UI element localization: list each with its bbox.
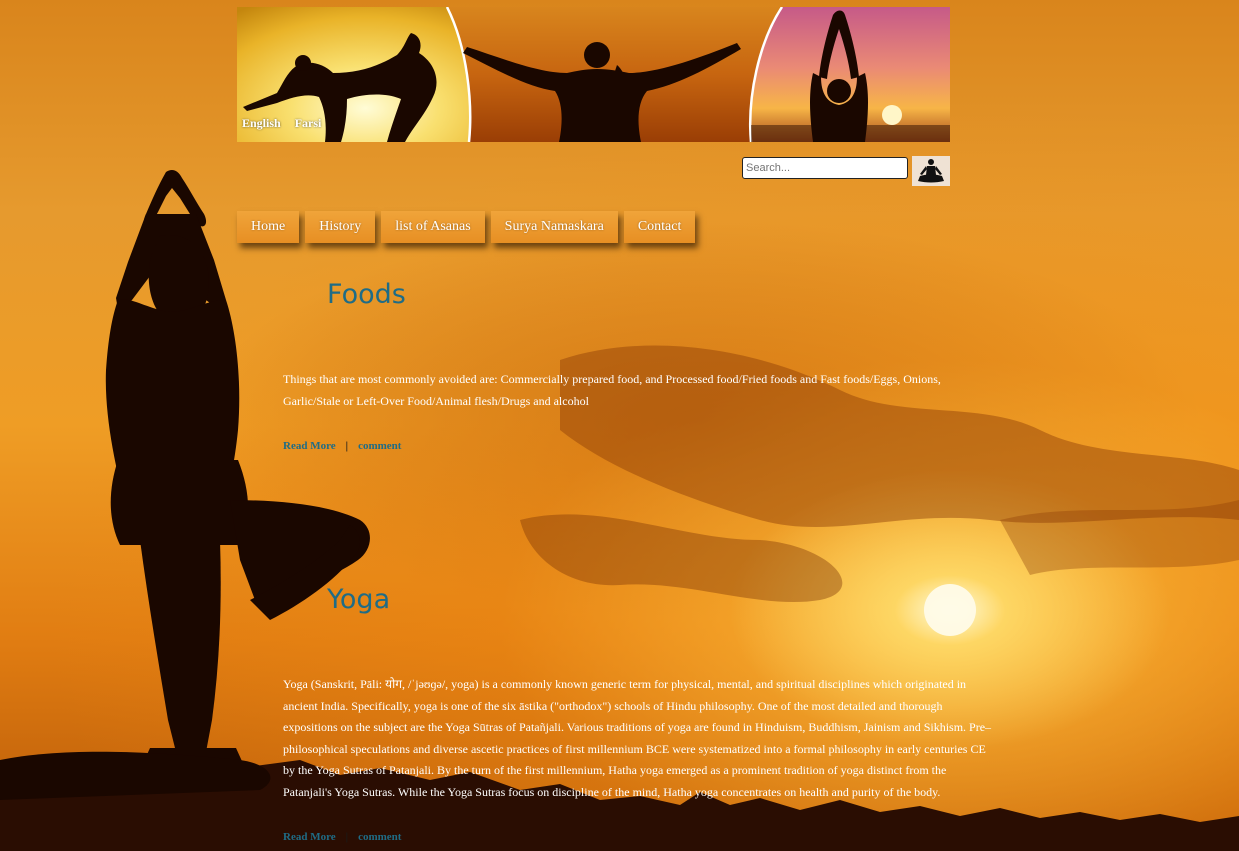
- nav-item-history[interactable]: History: [305, 211, 376, 243]
- read-more-link[interactable]: Read More: [283, 440, 336, 452]
- header-banner: [237, 7, 950, 142]
- link-separator: |: [345, 440, 349, 452]
- language-link-english[interactable]: English: [242, 116, 281, 131]
- comment-link[interactable]: comment: [358, 440, 401, 452]
- post-links-yoga: Read More | comment: [283, 831, 401, 843]
- search-button[interactable]: [912, 156, 950, 186]
- meditating-figure-icon: [912, 156, 950, 186]
- banner-image: [237, 7, 950, 142]
- page: English Farsi Home History list of Asana…: [0, 0, 1239, 851]
- link-separator: |: [345, 831, 349, 843]
- search-input[interactable]: [742, 157, 908, 179]
- language-link-farsi[interactable]: Farsi: [295, 116, 322, 131]
- main-navigation: Home History list of Asanas Surya Namask…: [237, 211, 696, 243]
- nav-item-surya-namaskara[interactable]: Surya Namaskara: [490, 211, 618, 243]
- post-body-foods: Things that are most commonly avoided ar…: [283, 372, 941, 408]
- post-links-foods: Read More | comment: [283, 440, 401, 452]
- post-body-yoga: Yoga (Sanskrit, Pāli: योग, /ˈjəʊɡə/, yog…: [283, 677, 992, 799]
- search-form: [741, 156, 950, 186]
- nav-item-list-of-asanas[interactable]: list of Asanas: [381, 211, 485, 243]
- post-title-foods[interactable]: Foods: [327, 279, 406, 310]
- nav-item-home[interactable]: Home: [237, 211, 300, 243]
- nav-item-contact[interactable]: Contact: [623, 211, 696, 243]
- read-more-link[interactable]: Read More: [283, 831, 336, 843]
- post-title-yoga[interactable]: Yoga: [327, 584, 390, 615]
- comment-link[interactable]: comment: [358, 831, 401, 843]
- language-switcher: English Farsi: [242, 116, 321, 131]
